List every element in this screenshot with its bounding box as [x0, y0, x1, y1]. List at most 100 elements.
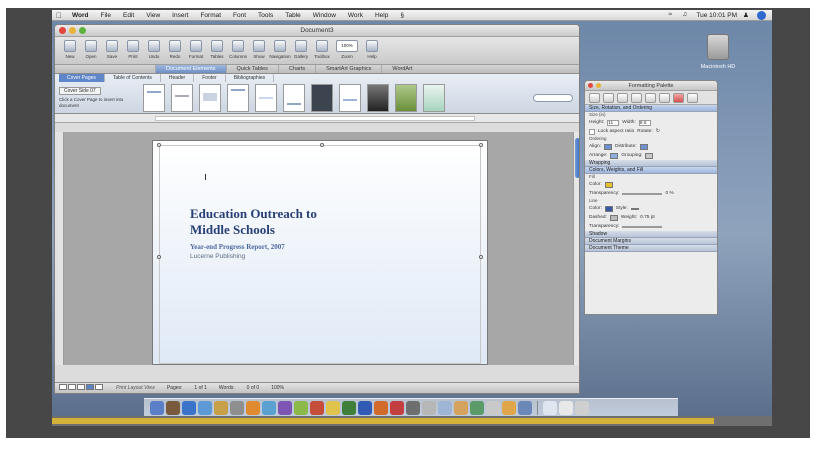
- tab-wordart[interactable]: WordArt: [381, 65, 422, 73]
- gallery-search-field[interactable]: [533, 93, 573, 102]
- imovie-icon[interactable]: [310, 400, 324, 415]
- document-company[interactable]: Lucerne Publishing: [190, 253, 245, 260]
- palette-close-button[interactable]: [588, 83, 593, 88]
- toolbox-button[interactable]: Toolbox: [313, 40, 331, 59]
- tables-button[interactable]: Tables: [208, 40, 226, 59]
- spotlight-icon[interactable]: [757, 10, 766, 20]
- script-menu-icon[interactable]: §: [394, 12, 410, 19]
- fill-transparency-slider[interactable]: [622, 192, 663, 195]
- garageband-icon[interactable]: [326, 400, 340, 415]
- scrollbar-thumb[interactable]: [575, 138, 579, 178]
- formatting-palette-icon[interactable]: [589, 93, 600, 103]
- dashed-picker[interactable]: [609, 214, 618, 221]
- cover-style-select[interactable]: Cover Side 07: [59, 86, 101, 95]
- powerpoint-icon[interactable]: [374, 400, 388, 415]
- zoom-field[interactable]: 100%: [336, 40, 358, 52]
- cover-thumbnail[interactable]: [171, 83, 193, 112]
- grouping-icon[interactable]: [645, 152, 654, 159]
- cover-thumbnail[interactable]: [199, 83, 221, 112]
- menu-tools[interactable]: Tools: [252, 12, 279, 19]
- compatibility-icon[interactable]: [659, 93, 670, 103]
- weight-value[interactable]: 0.75 pt: [640, 215, 655, 220]
- gallery-button[interactable]: Gallery: [292, 40, 310, 59]
- video-progress-bar[interactable]: [52, 416, 772, 426]
- section-size-rotation[interactable]: Size, Rotation, and Ordering: [585, 105, 717, 112]
- zoom-control[interactable]: 100% Zoom: [334, 40, 360, 59]
- cover-thumbnail[interactable]: [311, 83, 333, 112]
- cover-text-box[interactable]: Education Outreach to Middle Schools Yea…: [157, 143, 483, 364]
- menu-work[interactable]: Work: [342, 12, 369, 19]
- print-layout-view-button[interactable]: [86, 384, 94, 390]
- downloads-stack-icon[interactable]: [559, 400, 573, 415]
- notebook-view-button[interactable]: [95, 384, 103, 390]
- line-color-picker[interactable]: [604, 205, 613, 212]
- open-button[interactable]: Open: [82, 40, 100, 59]
- resize-handle[interactable]: [157, 254, 161, 259]
- citations-icon[interactable]: [617, 93, 628, 103]
- navigation-button[interactable]: Navigation: [269, 40, 291, 59]
- cover-thumbnail[interactable]: [227, 83, 249, 112]
- itunes-icon[interactable]: [278, 400, 292, 415]
- clock[interactable]: Tue 10:01 PM: [696, 12, 737, 19]
- app-icon[interactable]: [470, 400, 484, 415]
- vertical-ruler[interactable]: [55, 132, 64, 365]
- section-shadow[interactable]: Shadow: [585, 231, 717, 238]
- horizontal-ruler[interactable]: [55, 114, 579, 123]
- line-style-picker[interactable]: [630, 207, 639, 210]
- subtab-toc[interactable]: Table of Contents: [105, 74, 161, 82]
- menu-view[interactable]: View: [140, 12, 166, 19]
- subtab-footer[interactable]: Footer: [194, 74, 226, 82]
- menu-help[interactable]: Help: [369, 12, 394, 19]
- redo-button[interactable]: Redo: [166, 40, 184, 59]
- resize-handle[interactable]: [320, 143, 324, 147]
- toolbox-settings-icon[interactable]: [687, 93, 698, 103]
- menu-format[interactable]: Format: [194, 12, 227, 19]
- apple-menu-icon[interactable]: : [52, 11, 66, 20]
- app-icon[interactable]: [486, 400, 500, 415]
- section-wrapping[interactable]: Wrapping: [585, 160, 717, 167]
- app-icon[interactable]: [502, 400, 516, 415]
- app-icon[interactable]: [422, 400, 436, 415]
- tab-smartart[interactable]: SmartArt Graphics: [315, 65, 381, 73]
- trash-icon[interactable]: [575, 400, 589, 415]
- excel-icon[interactable]: [342, 400, 356, 415]
- new-button[interactable]: New: [61, 40, 79, 59]
- section-document-theme[interactable]: Document Theme: [585, 245, 717, 252]
- format-button[interactable]: Format: [187, 40, 205, 59]
- mail-icon[interactable]: [182, 400, 196, 415]
- tab-document-elements[interactable]: Document Elements: [155, 65, 226, 73]
- publishing-view-button[interactable]: [77, 384, 85, 390]
- rotate-icon[interactable]: ↻: [656, 129, 660, 134]
- window-titlebar[interactable]: Document3: [55, 25, 579, 37]
- resize-handle[interactable]: [157, 143, 161, 147]
- line-transparency-slider[interactable]: [622, 225, 663, 228]
- subtab-cover-pages[interactable]: Cover Pages: [59, 74, 105, 82]
- outline-view-button[interactable]: [68, 384, 76, 390]
- menu-file[interactable]: File: [95, 12, 117, 19]
- menu-table[interactable]: Table: [279, 12, 307, 19]
- finder-icon[interactable]: [150, 400, 164, 415]
- document-stack-icon[interactable]: [543, 400, 557, 415]
- fill-transparency-value[interactable]: 0 %: [665, 191, 673, 196]
- help-button[interactable]: Help: [363, 40, 381, 59]
- subtab-header[interactable]: Header: [161, 74, 195, 82]
- palette-titlebar[interactable]: Formatting Palette: [585, 81, 717, 91]
- vertical-scrollbar[interactable]: [573, 132, 579, 365]
- columns-button[interactable]: Columns: [229, 40, 247, 59]
- print-button[interactable]: Print: [124, 40, 142, 59]
- wifi-icon[interactable]: ≈: [668, 11, 676, 19]
- menu-insert[interactable]: Insert: [166, 12, 194, 19]
- object-palette-icon[interactable]: [603, 93, 614, 103]
- resize-handle[interactable]: [479, 254, 483, 259]
- preview-icon[interactable]: [262, 400, 276, 415]
- fill-color-picker[interactable]: [604, 181, 613, 188]
- ichat-icon[interactable]: [214, 400, 228, 415]
- document-title[interactable]: Education Outreach to Middle Schools: [190, 206, 317, 238]
- height-field[interactable]: 11: [607, 119, 620, 126]
- app-icon[interactable]: [438, 400, 452, 415]
- align-icon[interactable]: [604, 143, 612, 150]
- app-icon[interactable]: [454, 400, 468, 415]
- menu-app[interactable]: Word: [66, 12, 95, 19]
- cover-thumbnail[interactable]: [255, 83, 277, 112]
- hard-drive-icon[interactable]: [707, 34, 729, 60]
